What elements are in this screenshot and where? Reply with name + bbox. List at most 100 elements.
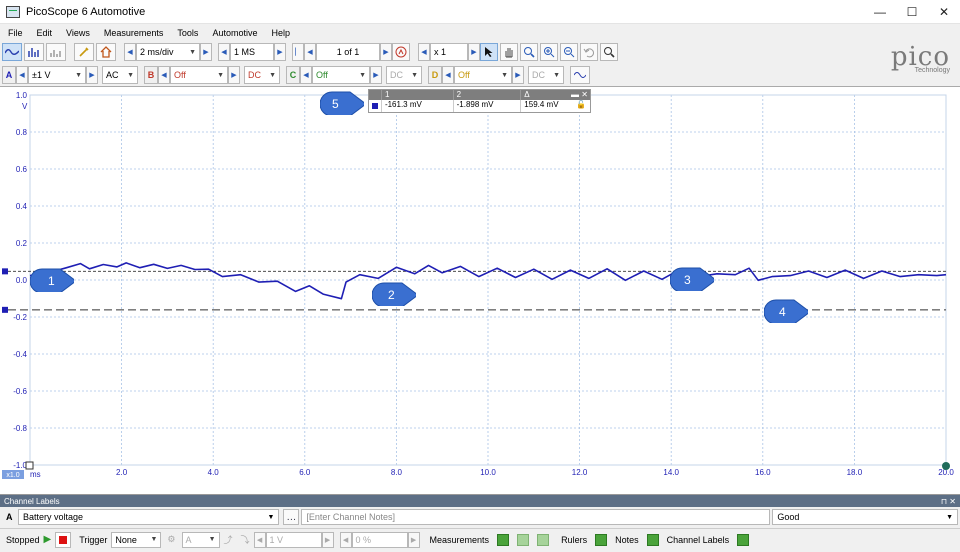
trigger-settings-icon[interactable]: ⚙ <box>167 534 175 545</box>
label-options-button[interactable]: … <box>283 509 300 525</box>
rulers-toggle[interactable] <box>595 533 608 546</box>
trigger-channel-select[interactable]: A ▼ <box>181 531 220 548</box>
menu-views[interactable]: Views <box>58 28 96 38</box>
channel-d-range-next[interactable]: ▶ <box>512 66 524 84</box>
channel-a-range-prev[interactable]: ◀ <box>16 66 28 84</box>
trigger-level-next[interactable]: ▶ <box>321 531 334 548</box>
channel-c-range-prev[interactable]: ◀ <box>300 66 312 84</box>
pretrigger-next[interactable]: ▶ <box>407 531 420 548</box>
channel-d-range-prev[interactable]: ◀ <box>442 66 454 84</box>
math-channel-icon[interactable] <box>570 66 590 84</box>
falling-edge-icon[interactable]: ⤵ <box>241 533 250 546</box>
channel-b-range: Off <box>174 70 186 80</box>
samples-value: 1 MS <box>234 47 256 57</box>
zoom-plus-icon[interactable] <box>540 43 558 61</box>
channel-c-button[interactable]: C <box>286 66 300 84</box>
channel-notes-input[interactable]: [Enter Channel Notes] <box>301 509 771 525</box>
trigger-level-field[interactable]: 1 V <box>265 531 322 548</box>
x-axis-unit: ms <box>30 470 41 479</box>
panel-pin-close-icon[interactable]: ⊓ ✕ <box>941 497 960 506</box>
trigger-mode-select[interactable]: None ▼ <box>111 531 162 548</box>
channel-b-range-select[interactable]: Off ▼ <box>170 66 228 84</box>
hand-icon[interactable] <box>500 43 518 61</box>
table-minimize-icon[interactable]: ▬ ✕ <box>571 90 588 100</box>
ruler-measurement-table[interactable]: 1 2 Δ ▬ ✕ -161.3 mV -1.898 mV 159.4 mV 🔓 <box>368 89 591 113</box>
buffer-first-button[interactable]: ▏ <box>292 43 304 61</box>
stop-button[interactable] <box>55 531 72 548</box>
undo-zoom-icon[interactable] <box>580 43 598 61</box>
pointer-icon[interactable] <box>480 43 498 61</box>
minimize-button[interactable]: — <box>864 0 896 24</box>
menu-automotive[interactable]: Automotive <box>204 28 263 38</box>
samples-prev-button[interactable]: ◀ <box>218 43 230 61</box>
timebase-next-button[interactable]: ▶ <box>200 43 212 61</box>
channel-labels-toggle[interactable] <box>737 533 750 546</box>
buffer-field[interactable]: 1 of 1 <box>316 43 380 61</box>
spectrum-mode-icon[interactable] <box>24 43 44 61</box>
y-tick-label: 0.0 <box>16 276 28 285</box>
persistence-mode-icon[interactable] <box>46 43 66 61</box>
channel-b-range-prev[interactable]: ◀ <box>158 66 170 84</box>
scope-mode-icon[interactable] <box>2 43 22 61</box>
y-tick-label: 0.4 <box>16 202 28 211</box>
close-button[interactable]: ✕ <box>928 0 960 24</box>
channel-status-select[interactable]: Good ▼ <box>772 509 958 525</box>
channel-b-coupling-select[interactable]: DC ▼ <box>244 66 280 84</box>
zoom-field[interactable]: x 1 <box>430 43 468 61</box>
channel-a-range-next[interactable]: ▶ <box>86 66 98 84</box>
menu-help[interactable]: Help <box>263 28 296 38</box>
channel-label-select[interactable]: Battery voltage ▼ <box>17 509 280 525</box>
notes-toggle[interactable] <box>646 533 659 546</box>
samples-field[interactable]: 1 MS <box>230 43 274 61</box>
home-icon[interactable] <box>96 43 116 61</box>
chevron-down-icon: ▼ <box>267 513 275 521</box>
pretrigger-field[interactable]: 0 % <box>351 531 408 548</box>
waveform-plot[interactable]: 1.0 0.8 0.6 0.4 0.2 0.0 -0.2 -0.4 -0.6 -0.8 -1.0 V 2… <box>0 87 960 495</box>
chevron-down-icon: ▼ <box>75 71 82 79</box>
buffer-prev-button[interactable]: ◀ <box>304 43 316 61</box>
channel-a-button[interactable]: A <box>2 66 16 84</box>
channel-a-coupling-select[interactable]: AC ▼ <box>102 66 138 84</box>
channel-d-range-select[interactable]: Off ▼ <box>454 66 512 84</box>
maximize-button[interactable]: ☐ <box>896 0 928 24</box>
samples-next-button[interactable]: ▶ <box>274 43 286 61</box>
callout-4: 4 <box>764 299 808 323</box>
channel-c-coupling-select[interactable]: DC ▼ <box>386 66 422 84</box>
channel-d-button[interactable]: D <box>428 66 442 84</box>
ruler-1-handle <box>2 306 8 313</box>
channel-c-range-select[interactable]: Off ▼ <box>312 66 370 84</box>
start-icon[interactable]: ▶ <box>44 534 52 545</box>
delete-measurement-button[interactable] <box>537 533 550 546</box>
lock-icon[interactable]: 🔓 <box>576 100 586 112</box>
edit-measurement-button[interactable] <box>517 533 530 546</box>
timebase-prev-button[interactable]: ◀ <box>124 43 136 61</box>
add-measurement-button[interactable] <box>497 533 510 546</box>
channel-c-range-next[interactable]: ▶ <box>370 66 382 84</box>
menu-file[interactable]: File <box>0 28 29 38</box>
probe-icon[interactable] <box>74 43 94 61</box>
zoom-minus-icon[interactable] <box>560 43 578 61</box>
menu-measurements[interactable]: Measurements <box>96 28 170 38</box>
trigger-level-prev[interactable]: ◀ <box>253 531 266 548</box>
channel-b-range-next[interactable]: ▶ <box>228 66 240 84</box>
ruler-1-value: -161.3 mV <box>380 100 453 112</box>
menu-tools[interactable]: Tools <box>169 28 204 38</box>
channel-d-coupling-select[interactable]: DC ▼ <box>528 66 564 84</box>
menu-edit[interactable]: Edit <box>29 28 59 38</box>
channel-labels-panel: Channel Labels ⊓ ✕ A Battery voltage ▼ … … <box>0 494 960 528</box>
zoom-next-button[interactable]: ▶ <box>468 43 480 61</box>
zoom-in-icon[interactable] <box>520 43 538 61</box>
rulers-label: Rulers <box>561 534 588 545</box>
compass-icon[interactable] <box>392 43 410 61</box>
zoom-fit-icon[interactable] <box>600 43 618 61</box>
timebase-select[interactable]: 2 ms/div ▼ <box>136 43 200 61</box>
rising-edge-icon[interactable]: ⤴ <box>224 533 233 546</box>
channel-notes-placeholder: [Enter Channel Notes] <box>306 512 395 522</box>
scope-view[interactable]: 1.0 0.8 0.6 0.4 0.2 0.0 -0.2 -0.4 -0.6 -0.8 -1.0 V 2… <box>0 86 960 494</box>
channel-b-button[interactable]: B <box>144 66 158 84</box>
pretrigger-prev[interactable]: ◀ <box>339 531 352 548</box>
menu-bar: File Edit Views Measurements Tools Autom… <box>0 26 960 40</box>
buffer-next-button[interactable]: ▶ <box>380 43 392 61</box>
zoom-prev-button[interactable]: ◀ <box>418 43 430 61</box>
channel-a-range-select[interactable]: ±1 V ▼ <box>28 66 86 84</box>
